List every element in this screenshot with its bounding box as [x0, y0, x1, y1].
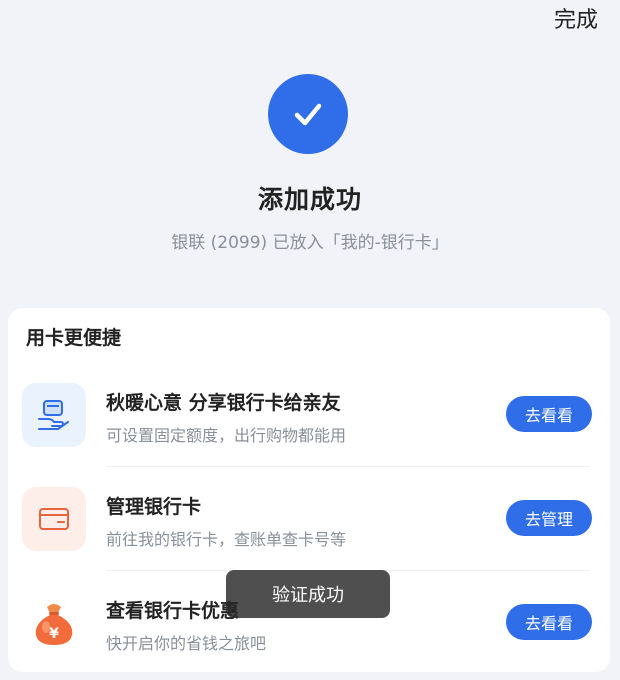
- divider: [106, 466, 590, 467]
- toast-message: 验证成功: [226, 570, 390, 618]
- item-title: 管理银行卡: [106, 496, 202, 518]
- success-subtitle: 银联 (2099) 已放入「我的-银行卡」: [171, 233, 449, 253]
- go-see-button[interactable]: 去看看: [506, 396, 592, 432]
- list-item-manage-card[interactable]: 管理银行卡 前往我的银行卡，查账单查卡号等 去管理: [8, 468, 610, 568]
- success-title: 添加成功: [257, 185, 362, 214]
- success-check-icon: [268, 74, 348, 154]
- item-desc: 前往我的银行卡，查账单查卡号等: [106, 530, 347, 549]
- item-desc: 可设置固定额度，出行购物都能用: [106, 426, 347, 445]
- go-manage-button[interactable]: 去管理: [506, 500, 592, 536]
- money-bag-icon: ¥: [22, 591, 86, 655]
- svg-text:¥: ¥: [49, 626, 59, 642]
- done-button[interactable]: 完成: [554, 2, 598, 34]
- go-see-button[interactable]: 去看看: [506, 604, 592, 640]
- item-title: 查看银行卡优惠: [106, 600, 240, 622]
- item-desc: 快开启你的省钱之旅吧: [106, 634, 267, 653]
- card-gift-hand-icon: [22, 383, 86, 447]
- item-title: 秋暖心意 分享银行卡给亲友: [106, 392, 341, 414]
- credit-card-icon: [22, 487, 86, 551]
- list-item-share-card[interactable]: 秋暖心意 分享银行卡给亲友 可设置固定额度，出行购物都能用 去看看: [8, 364, 610, 464]
- panel-title: 用卡更便捷: [26, 327, 122, 349]
